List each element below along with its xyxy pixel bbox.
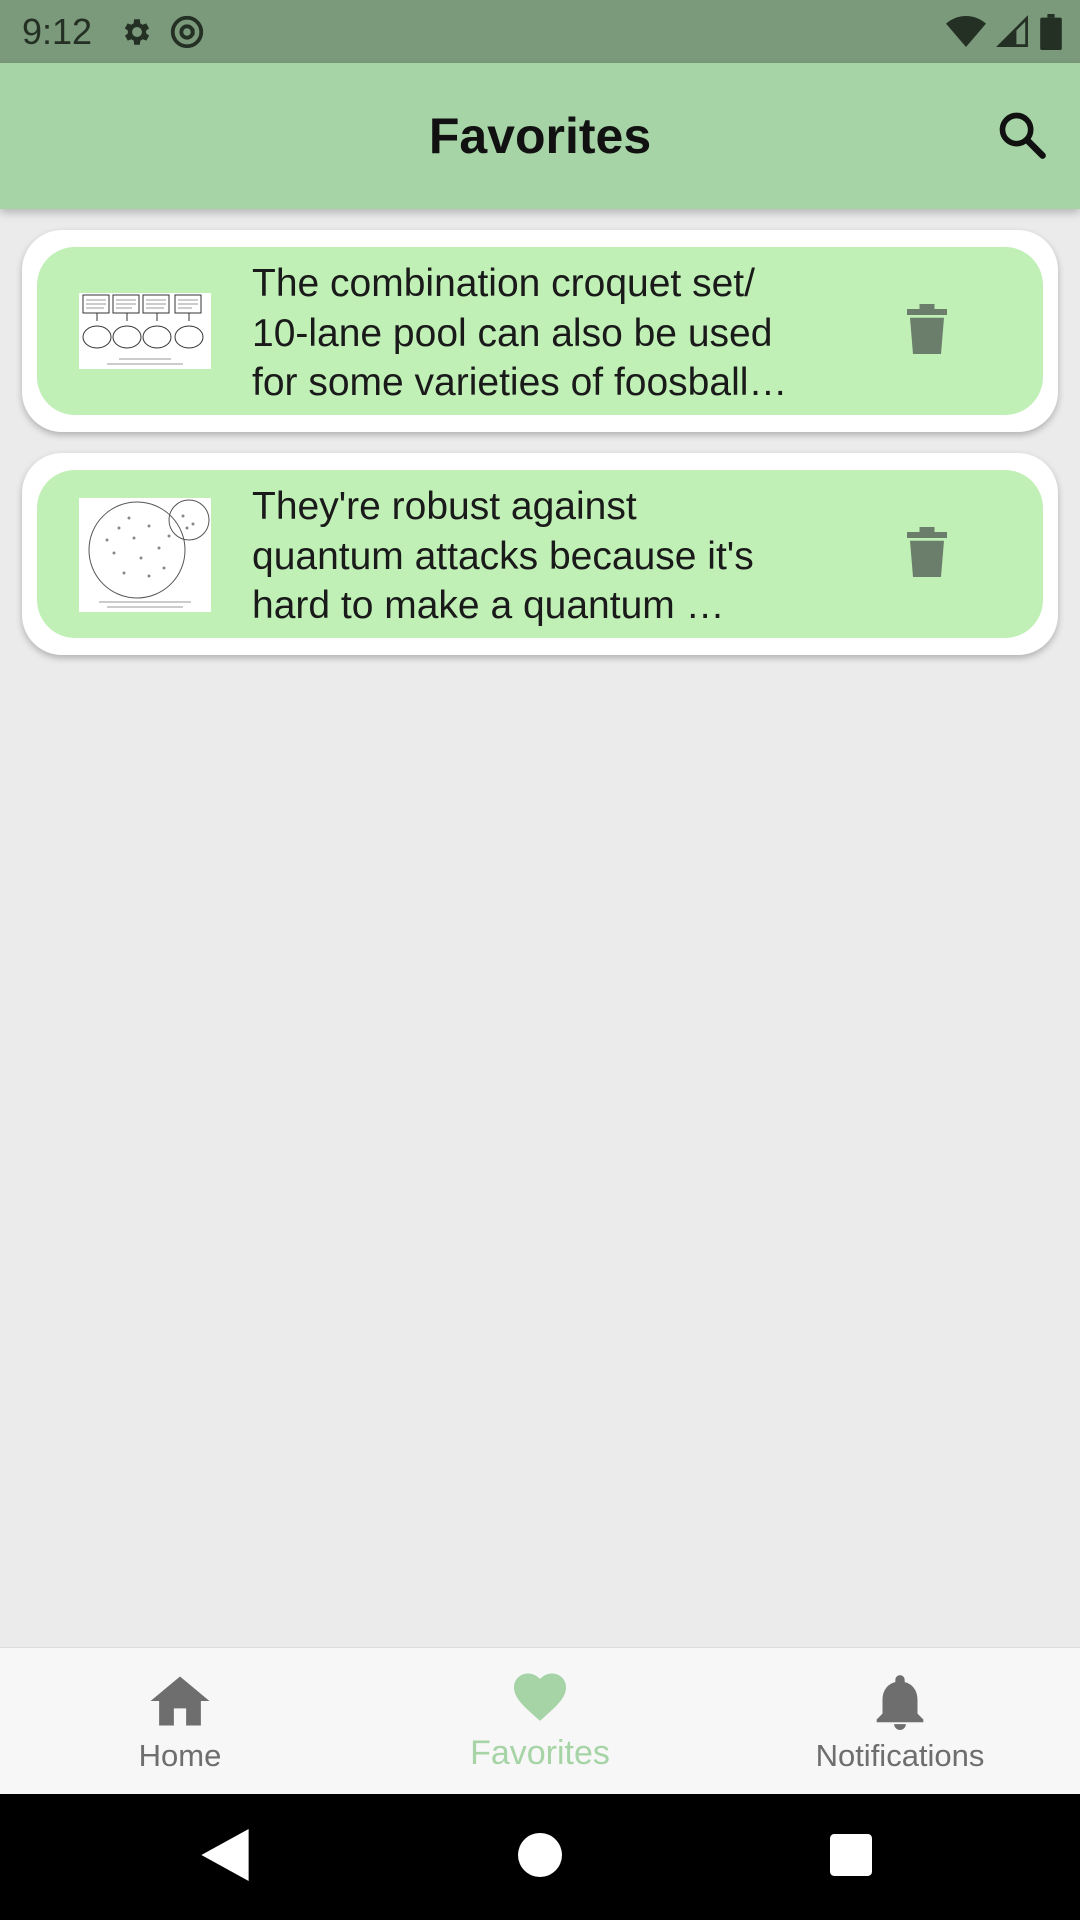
nav-label: Notifications [815,1738,985,1773]
wifi-icon [946,15,986,49]
search-icon [996,109,1048,166]
home-icon [150,1674,210,1730]
back-triangle-icon [200,1828,250,1886]
favorite-text: They're robust against quantum attacks b… [252,482,832,631]
favorite-text: The combination croquet set/ 10-lane poo… [252,259,832,408]
trash-icon [907,303,947,359]
delete-button[interactable] [897,524,957,584]
favorite-card-body: They're robust against quantum attacks b… [37,470,1043,638]
favorite-text-line: for some varieties of foosball… [252,361,788,404]
favorite-text-line: The combination croquet set/ [252,262,755,305]
favorite-text-line: quantum attacks because it's [252,534,754,578]
nav-item-notifications[interactable]: Notifications [720,1648,1080,1795]
trash-icon [907,526,947,582]
home-system-button[interactable] [507,1824,573,1890]
favorite-text-line: They're robust against [252,485,637,528]
at-sign-icon [168,13,206,51]
home-circle-icon [518,1832,562,1882]
system-nav-bar [0,1794,1080,1920]
favorite-card[interactable]: The combination croquet set/ 10-lane poo… [22,230,1058,432]
favorite-text-line: 10-lane pool can also be used [252,311,773,355]
comic-thumbnail [79,293,211,369]
nav-item-home[interactable]: Home [0,1648,360,1795]
nav-label: Favorites [470,1734,610,1772]
app-bar: Favorites [0,63,1080,209]
favorite-card[interactable]: They're robust against quantum attacks b… [22,453,1058,655]
status-time: 9:12 [22,10,93,52]
nav-label: Home [138,1738,222,1773]
comic-thumbnail [79,498,211,612]
heart-icon [511,1670,569,1726]
delete-button[interactable] [897,301,957,361]
gear-icon [120,15,154,49]
search-button[interactable] [990,105,1054,169]
signal-icon [996,14,1030,49]
screen: 9:12 Favorites The combination croquet s… [0,0,1080,1920]
back-button[interactable] [192,1824,258,1890]
status-bar: 9:12 [0,0,1080,63]
nav-item-favorites[interactable]: Favorites [360,1648,720,1795]
recents-button[interactable] [818,1824,884,1890]
bell-icon [876,1674,924,1730]
bottom-nav: Home Favorites Notifications [0,1647,1080,1795]
recents-square-icon [830,1833,872,1881]
favorite-card-body: The combination croquet set/ 10-lane poo… [37,247,1043,415]
page-title: Favorites [428,108,652,164]
battery-icon [1040,13,1062,50]
favorite-text-line: hard to make a quantum … [252,584,725,627]
